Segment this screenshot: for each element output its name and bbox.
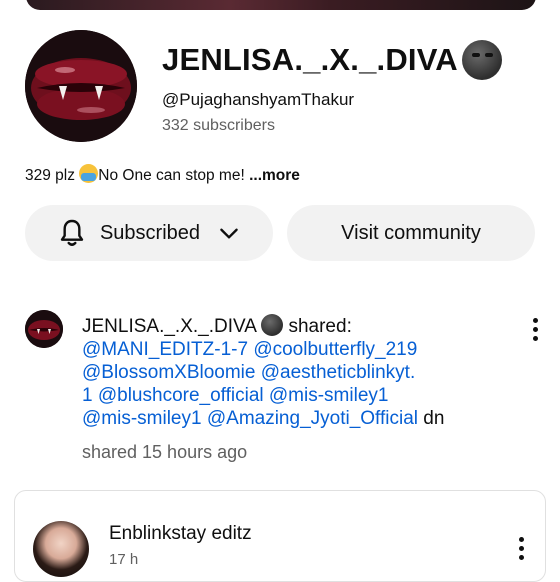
mention-link[interactable]: @blushcore_official <box>98 385 264 406</box>
lips-image <box>25 310 63 348</box>
channel-description[interactable]: 329 plz No One can stop me! ...more <box>25 164 300 185</box>
subscribed-label: Subscribed <box>99 221 201 244</box>
description-more-link[interactable]: ...more <box>249 167 300 184</box>
crying-face-emoji <box>79 164 99 183</box>
channel-name-text: JENLISA._.X._.DIVA <box>162 42 458 77</box>
mention-line: @MANI_EDITZ-1-7 @coolbutterfly_219 <box>82 338 482 361</box>
mention-link[interactable]: @coolbutterfly_219 <box>253 339 417 360</box>
channel-handle[interactable]: @PujaghanshyamThakur <box>162 90 354 110</box>
channel-banner <box>26 0 536 10</box>
chevron-down-icon <box>220 228 238 239</box>
new-moon-face-emoji <box>461 40 502 80</box>
description-text: No One can stop me! <box>98 167 245 184</box>
more-vert-icon[interactable] <box>517 537 525 565</box>
mention-link[interactable]: 1 <box>82 385 93 406</box>
channel-avatar[interactable] <box>25 30 137 142</box>
next-post-card[interactable]: Enblinkstay editz 17 h <box>14 490 546 582</box>
description-prefix: 329 plz <box>25 167 75 184</box>
mention-line: @BlossomXBloomie @aestheticblinkyt. <box>82 361 482 384</box>
mention-link[interactable]: @BlossomXBloomie <box>82 362 255 383</box>
post-header: JENLISA._.X._.DIVA shared: <box>82 314 482 338</box>
channel-name: JENLISA._.X._.DIVA <box>162 40 502 80</box>
more-vert-icon[interactable] <box>531 318 539 346</box>
mention-line: 1 @blushcore_official @mis-smiley1 <box>82 384 482 407</box>
post-author-name[interactable]: JENLISA._.X._.DIVA <box>82 316 256 337</box>
visit-community-button[interactable]: Visit community <box>287 205 535 261</box>
post-content: JENLISA._.X._.DIVA shared: @MANI_EDITZ-1… <box>82 314 482 430</box>
mention-link[interactable]: @mis-smiley1 <box>269 385 389 406</box>
mention-link[interactable]: @MANI_EDITZ-1-7 <box>82 339 248 360</box>
post-timestamp: shared 15 hours ago <box>82 442 248 462</box>
post-mentions: @MANI_EDITZ-1-7 @coolbutterfly_219 @Blos… <box>82 338 482 430</box>
mention-line: @mis-smiley1 @Amazing_Jyoti_Official dn <box>82 407 482 430</box>
post-author-avatar[interactable] <box>25 310 63 348</box>
next-post-author-avatar[interactable] <box>33 521 89 577</box>
post-suffix-text: dn <box>423 408 445 429</box>
mention-link[interactable]: @Amazing_Jyoti_Official <box>207 408 418 429</box>
subscribed-button[interactable]: Subscribed <box>25 205 273 261</box>
mention-link[interactable]: @aestheticblinkyt. <box>261 362 415 383</box>
visit-community-label: Visit community <box>341 221 481 244</box>
lips-image <box>25 30 137 142</box>
new-moon-face-emoji <box>261 314 284 336</box>
subscriber-count: 332 subscribers <box>162 117 275 134</box>
mention-link[interactable]: @mis-smiley1 <box>82 408 202 429</box>
post-verb: shared: <box>288 316 352 337</box>
bell-icon <box>60 219 84 246</box>
next-post-author-name[interactable]: Enblinkstay editz <box>109 523 252 545</box>
